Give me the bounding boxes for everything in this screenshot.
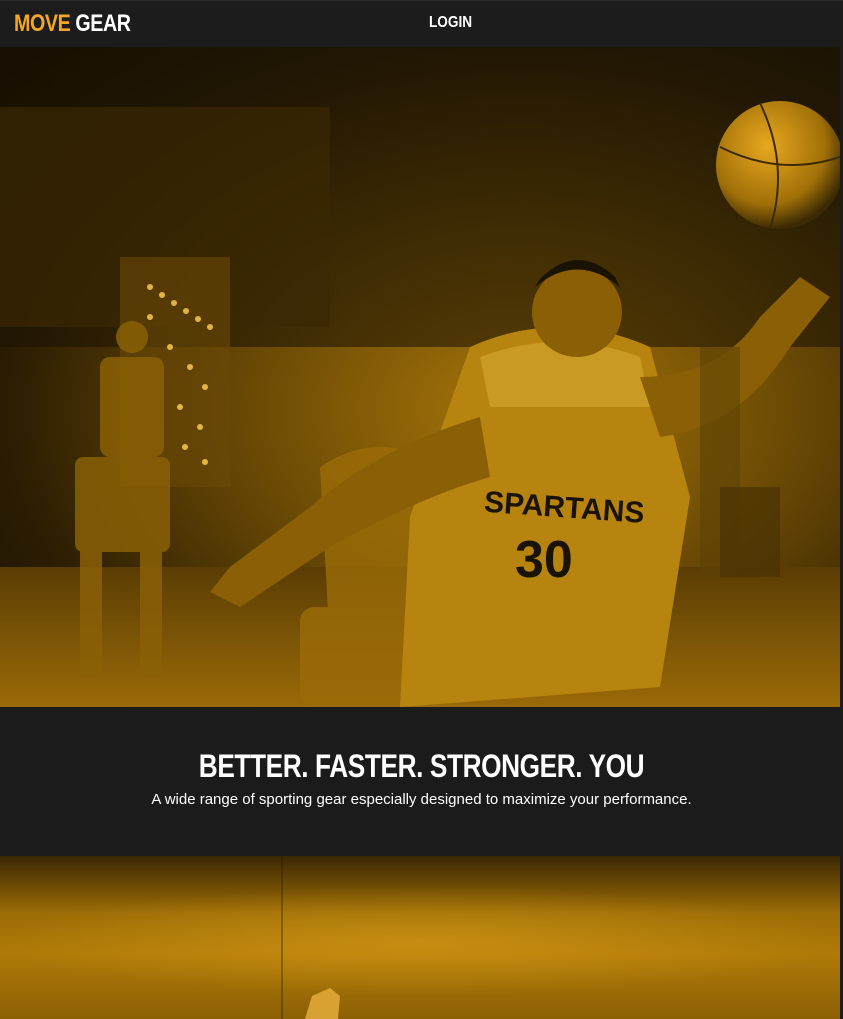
jersey-number: 30 — [515, 531, 573, 589]
banner2-illustration — [305, 988, 340, 1019]
top-navbar: MOVE GEAR LOGIN — [0, 0, 843, 47]
logo-accent-text: MOVE — [14, 10, 71, 37]
tagline-heading: BETTER. FASTER. STRONGER. YOU — [198, 748, 645, 784]
brand-logo[interactable]: MOVE GEAR — [14, 11, 131, 37]
basketball — [716, 101, 840, 230]
hero-illustration: SPARTANS 30 — [0, 47, 840, 707]
tagline-subheading: A wide range of sporting gear especially… — [151, 791, 692, 808]
login-link[interactable]: LOGIN — [429, 14, 472, 32]
logo-plain-text: GEAR — [75, 10, 131, 37]
page: MOVE GEAR LOGIN SPARTANS 30 BETTER. FAST… — [0, 0, 843, 1019]
hero-image: SPARTANS 30 — [0, 47, 840, 707]
tagline-section: BETTER. FASTER. STRONGER. YOU A wide ran… — [0, 707, 843, 856]
secondary-banner-image — [0, 856, 840, 1019]
